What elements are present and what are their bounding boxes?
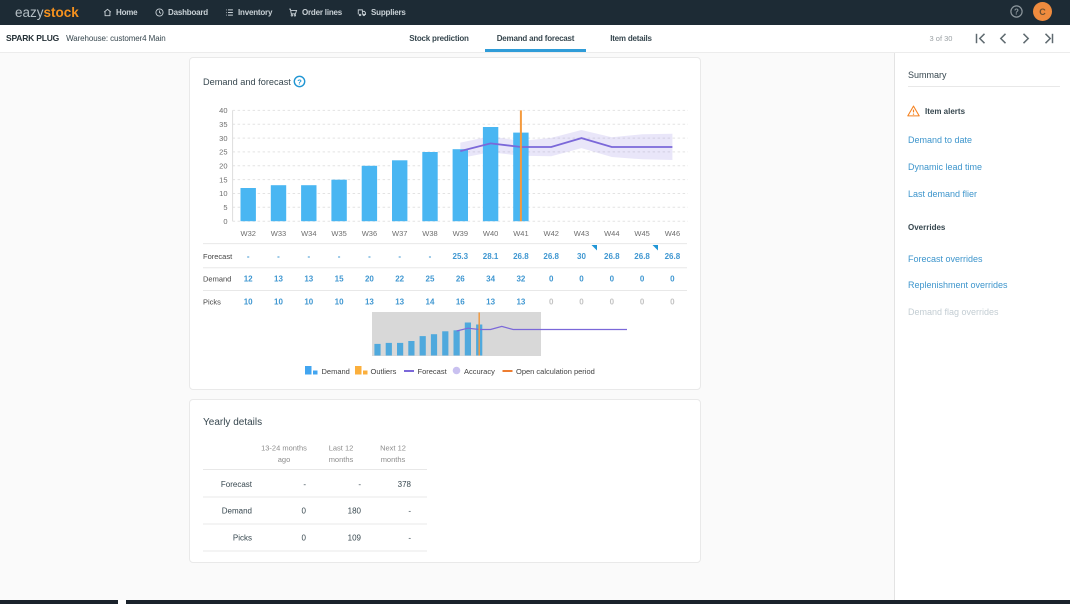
- svg-text:15: 15: [335, 275, 344, 284]
- svg-text:Next 12: Next 12: [380, 444, 406, 453]
- svg-text:Outliers: Outliers: [371, 367, 397, 376]
- svg-text:13: 13: [516, 297, 525, 306]
- svg-text:20: 20: [365, 275, 374, 284]
- svg-text:25: 25: [219, 148, 227, 157]
- svg-text:34: 34: [486, 275, 495, 284]
- svg-text:-: -: [303, 480, 306, 489]
- svg-text:W35: W35: [331, 229, 346, 238]
- svg-text:months: months: [329, 455, 354, 464]
- svg-text:13: 13: [395, 297, 404, 306]
- svg-text:32: 32: [516, 275, 525, 284]
- svg-text:13: 13: [274, 275, 283, 284]
- svg-text:0: 0: [610, 297, 615, 306]
- svg-text:25: 25: [426, 275, 435, 284]
- svg-text:Forecast: Forecast: [203, 252, 233, 261]
- svg-text:ago: ago: [278, 455, 291, 464]
- svg-text:0: 0: [302, 533, 307, 542]
- svg-text:26.8: 26.8: [513, 252, 529, 261]
- svg-text:-: -: [368, 252, 371, 261]
- svg-text:W34: W34: [301, 229, 316, 238]
- svg-text:W43: W43: [574, 229, 589, 238]
- svg-text:26.8: 26.8: [665, 252, 681, 261]
- svg-text:W44: W44: [604, 229, 619, 238]
- svg-text:Demand and forecast: Demand and forecast: [203, 77, 291, 87]
- svg-text:W36: W36: [362, 229, 377, 238]
- svg-text:Open calculation period: Open calculation period: [516, 367, 595, 376]
- svg-text:0: 0: [302, 507, 307, 516]
- svg-text:-: -: [247, 252, 250, 261]
- svg-text:Forecast: Forecast: [418, 367, 448, 376]
- svg-text:10: 10: [244, 297, 253, 306]
- svg-text:28.1: 28.1: [483, 252, 499, 261]
- svg-text:Last 12: Last 12: [329, 444, 354, 453]
- svg-text:12: 12: [244, 275, 253, 284]
- svg-text:-: -: [398, 252, 401, 261]
- svg-text:W39: W39: [453, 229, 468, 238]
- svg-text:W41: W41: [513, 229, 528, 238]
- svg-text:-: -: [277, 252, 280, 261]
- svg-text:W40: W40: [483, 229, 498, 238]
- svg-text:0: 0: [579, 297, 584, 306]
- svg-text:Picks: Picks: [233, 533, 252, 542]
- svg-text:10: 10: [335, 297, 344, 306]
- svg-text:W33: W33: [271, 229, 286, 238]
- svg-text:13: 13: [486, 297, 495, 306]
- svg-text:109: 109: [348, 533, 362, 542]
- svg-text:W38: W38: [422, 229, 437, 238]
- svg-text:0: 0: [579, 275, 584, 284]
- svg-text:0: 0: [670, 275, 675, 284]
- svg-text:W37: W37: [392, 229, 407, 238]
- svg-text:-: -: [338, 252, 341, 261]
- svg-text:0: 0: [549, 275, 554, 284]
- svg-text:?: ?: [297, 78, 302, 87]
- svg-text:W32: W32: [240, 229, 255, 238]
- svg-text:Demand: Demand: [203, 275, 231, 284]
- svg-text:16: 16: [456, 297, 465, 306]
- svg-text:0: 0: [223, 217, 227, 226]
- svg-text:26.8: 26.8: [604, 252, 620, 261]
- svg-text:W45: W45: [634, 229, 649, 238]
- svg-text:-: -: [408, 533, 411, 542]
- svg-text:22: 22: [395, 275, 404, 284]
- svg-text:13-24 months: 13-24 months: [261, 444, 307, 453]
- svg-text:15: 15: [219, 175, 227, 184]
- svg-text:0: 0: [670, 297, 675, 306]
- svg-text:W42: W42: [543, 229, 558, 238]
- svg-text:0: 0: [549, 297, 554, 306]
- svg-text:Picks: Picks: [203, 297, 221, 306]
- svg-text:35: 35: [219, 120, 227, 129]
- svg-text:0: 0: [640, 275, 645, 284]
- svg-text:25.3: 25.3: [453, 252, 469, 261]
- svg-text:Forecast: Forecast: [221, 480, 253, 489]
- svg-text:months: months: [381, 455, 406, 464]
- svg-text:Accuracy: Accuracy: [464, 367, 495, 376]
- svg-text:10: 10: [274, 297, 283, 306]
- svg-text:Demand: Demand: [222, 507, 252, 516]
- svg-text:5: 5: [223, 203, 227, 212]
- svg-text:-: -: [429, 252, 432, 261]
- svg-text:180: 180: [348, 507, 362, 516]
- svg-text:26: 26: [456, 275, 465, 284]
- svg-text:14: 14: [426, 297, 435, 306]
- svg-text:Yearly details: Yearly details: [203, 417, 262, 428]
- svg-text:40: 40: [219, 106, 227, 115]
- svg-text:0: 0: [610, 275, 615, 284]
- svg-text:13: 13: [365, 297, 374, 306]
- svg-text:0: 0: [640, 297, 645, 306]
- svg-text:26.8: 26.8: [543, 252, 559, 261]
- svg-text:?: ?: [1014, 7, 1019, 16]
- svg-text:-: -: [408, 507, 411, 516]
- svg-text:Demand: Demand: [322, 367, 350, 376]
- svg-text:26.8: 26.8: [634, 252, 650, 261]
- svg-text:10: 10: [219, 189, 227, 198]
- svg-text:378: 378: [398, 480, 412, 489]
- svg-text:10: 10: [304, 297, 313, 306]
- svg-text:30: 30: [577, 252, 586, 261]
- svg-text:-: -: [307, 252, 310, 261]
- svg-text:13: 13: [304, 275, 313, 284]
- svg-text:20: 20: [219, 162, 227, 171]
- svg-text:W46: W46: [665, 229, 680, 238]
- svg-text:-: -: [358, 480, 361, 489]
- svg-text:30: 30: [219, 134, 227, 143]
